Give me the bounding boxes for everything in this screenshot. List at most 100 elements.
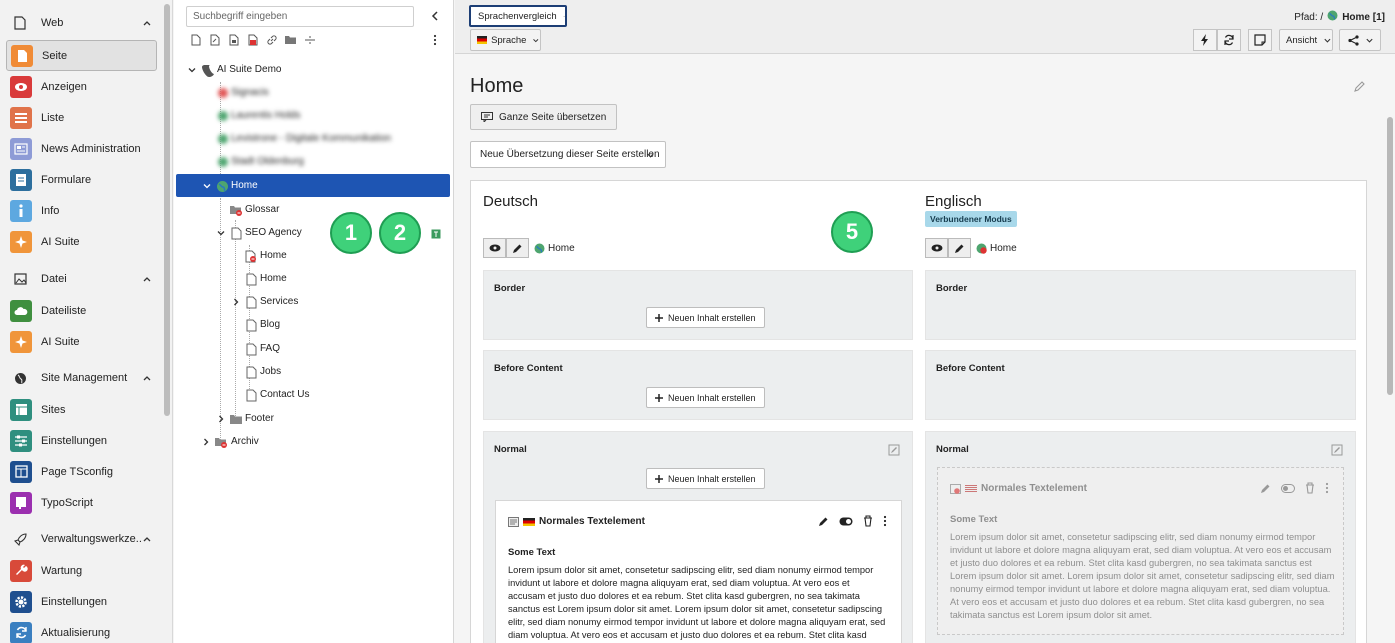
module-typoscript[interactable]: TypoScript (6, 487, 157, 518)
tree-node-home-selected[interactable]: Home (176, 174, 450, 197)
module-info[interactable]: Info (6, 195, 157, 226)
view-dropdown[interactable]: Ansicht (1279, 29, 1333, 51)
tree-node-faq[interactable]: FAQ (174, 337, 451, 360)
tree-node-label: Archiv (231, 436, 259, 447)
globe-icon (1327, 10, 1338, 24)
chevron-right-icon[interactable] (216, 414, 226, 424)
tree-node-root[interactable]: AI Suite Demo (174, 58, 451, 81)
view-page-button[interactable] (483, 238, 506, 258)
page-icon (228, 225, 244, 241)
chevron-down-icon[interactable] (187, 65, 197, 75)
plus-icon (655, 313, 663, 322)
module-group-datei[interactable]: Datei (6, 266, 158, 292)
tree-node-blurred[interactable]: Signacis (174, 81, 451, 104)
module-ai-suite[interactable]: AI Suite (6, 226, 157, 257)
module-wartung[interactable]: Wartung (6, 555, 157, 586)
wrench-icon (10, 559, 32, 582)
view-page-button[interactable] (925, 238, 948, 258)
page-icon (215, 85, 231, 101)
module-formulare[interactable]: Formulare (6, 164, 157, 195)
new-translation-select[interactable]: Neue Übersetzung dieser Seite erstellen (470, 141, 666, 168)
trash-icon[interactable] (863, 515, 873, 527)
module-news-administration[interactable]: News Administration (6, 133, 157, 164)
edit-page-button[interactable] (506, 238, 529, 258)
content-scrollbar[interactable] (1387, 117, 1393, 395)
module-einstellungen-site[interactable]: Einstellungen (6, 425, 157, 456)
note-button[interactable] (1248, 29, 1272, 51)
callout-5: 5 (831, 211, 873, 253)
module-label: News Administration (41, 142, 141, 155)
edit-column-icon[interactable] (888, 444, 900, 456)
collapse-tree-icon[interactable] (428, 9, 442, 23)
toggle-icon[interactable] (1281, 483, 1295, 493)
typo3-logo-icon (200, 62, 216, 78)
content-element-en[interactable]: Normales Textelement Some Text Lorem ips… (937, 467, 1344, 635)
new-content-button[interactable]: Neuen Inhalt erstellen (646, 307, 765, 328)
module-group-site-management[interactable]: Site Management (6, 365, 158, 391)
chevron-down-icon (647, 153, 654, 158)
language-select[interactable]: Sprache (470, 29, 541, 51)
path-page[interactable]: Home [1] (1342, 12, 1385, 23)
module-group-verwaltung[interactable]: Verwaltungswerkze... (6, 526, 158, 552)
new-mountpoint-icon[interactable] (224, 32, 243, 48)
module-sites[interactable]: Sites (6, 394, 157, 425)
reload-button[interactable] (1217, 29, 1241, 51)
module-anzeigen[interactable]: Anzeigen (6, 71, 157, 102)
chevron-down-icon[interactable] (202, 181, 212, 191)
module-label: Info (41, 204, 60, 217)
tree-node-footer[interactable]: Footer (174, 407, 451, 430)
tree-node-blog[interactable]: Blog (174, 313, 451, 336)
edit-page-button[interactable] (948, 238, 971, 258)
lightning-button[interactable] (1193, 29, 1217, 51)
module-liste[interactable]: Liste (6, 102, 157, 133)
module-group-web[interactable]: Web (6, 10, 158, 36)
more-options-icon[interactable] (428, 33, 442, 47)
chevron-right-icon[interactable] (231, 297, 241, 307)
form-icon (10, 168, 32, 191)
chevron-down-icon (533, 38, 539, 42)
translate-page-button[interactable]: Ganze Seite übersetzen (470, 104, 618, 130)
more-options-icon[interactable] (883, 515, 887, 527)
folder-icon[interactable] (281, 32, 300, 48)
divider-icon[interactable] (300, 32, 319, 48)
module-menu-scrollbar[interactable] (164, 4, 170, 416)
chevron-right-icon[interactable] (201, 437, 211, 447)
module-einstellungen-admin[interactable]: Einstellungen (6, 586, 157, 617)
tree-node-blurred[interactable]: Laurentis Holds (174, 104, 451, 127)
module-page-tsconfig[interactable]: Page TSconfig (6, 456, 157, 487)
tree-node-label: Jobs (260, 366, 282, 377)
module-aktualisierung[interactable]: Aktualisierung (6, 617, 157, 643)
tree-node-blurred[interactable]: Stadt Oldenburg (174, 150, 451, 173)
page-icon (243, 341, 259, 357)
toggle-icon[interactable] (839, 517, 853, 526)
tree-node-archiv[interactable]: Archiv (174, 430, 451, 453)
tree-node-contact-us[interactable]: Contact Us (174, 383, 451, 406)
translation-marker-icon[interactable] (431, 228, 441, 239)
trash-icon[interactable] (1305, 482, 1315, 494)
edit-column-icon[interactable] (1331, 444, 1343, 456)
tree-node-services[interactable]: Services (174, 290, 451, 313)
chevron-down-icon[interactable] (216, 228, 226, 238)
content-element-de[interactable]: Normales Textelement Some Text Lorem ips… (495, 500, 902, 643)
page-name-label: Home (548, 242, 575, 254)
tree-node-blurred[interactable]: Levistrone - Digitale Kommunikation (174, 127, 451, 150)
pencil-icon[interactable] (1260, 483, 1271, 494)
new-shortcut-icon[interactable] (205, 32, 224, 48)
module-dateiliste[interactable]: Dateiliste (6, 295, 157, 326)
tree-node-jobs[interactable]: Jobs (174, 360, 451, 383)
module-ai-suite-files[interactable]: AI Suite (6, 326, 157, 357)
share-dropdown[interactable] (1339, 29, 1381, 51)
module-seite[interactable]: Seite (6, 40, 157, 71)
pencil-icon[interactable] (818, 516, 829, 527)
view-mode-select[interactable]: Sprachenvergleich (469, 5, 567, 27)
new-backend-page-icon[interactable] (243, 32, 262, 48)
link-icon[interactable] (262, 32, 281, 48)
tree-node-seo-home[interactable]: Home (174, 267, 451, 290)
more-options-icon[interactable] (1325, 482, 1329, 494)
new-content-button[interactable]: Neuen Inhalt erstellen (646, 468, 765, 489)
pencil-icon[interactable] (1353, 81, 1365, 93)
new-page-icon[interactable] (186, 32, 205, 48)
tree-search-input[interactable] (186, 6, 414, 27)
text-element-restricted-icon (950, 483, 961, 494)
new-content-button[interactable]: Neuen Inhalt erstellen (646, 387, 765, 408)
